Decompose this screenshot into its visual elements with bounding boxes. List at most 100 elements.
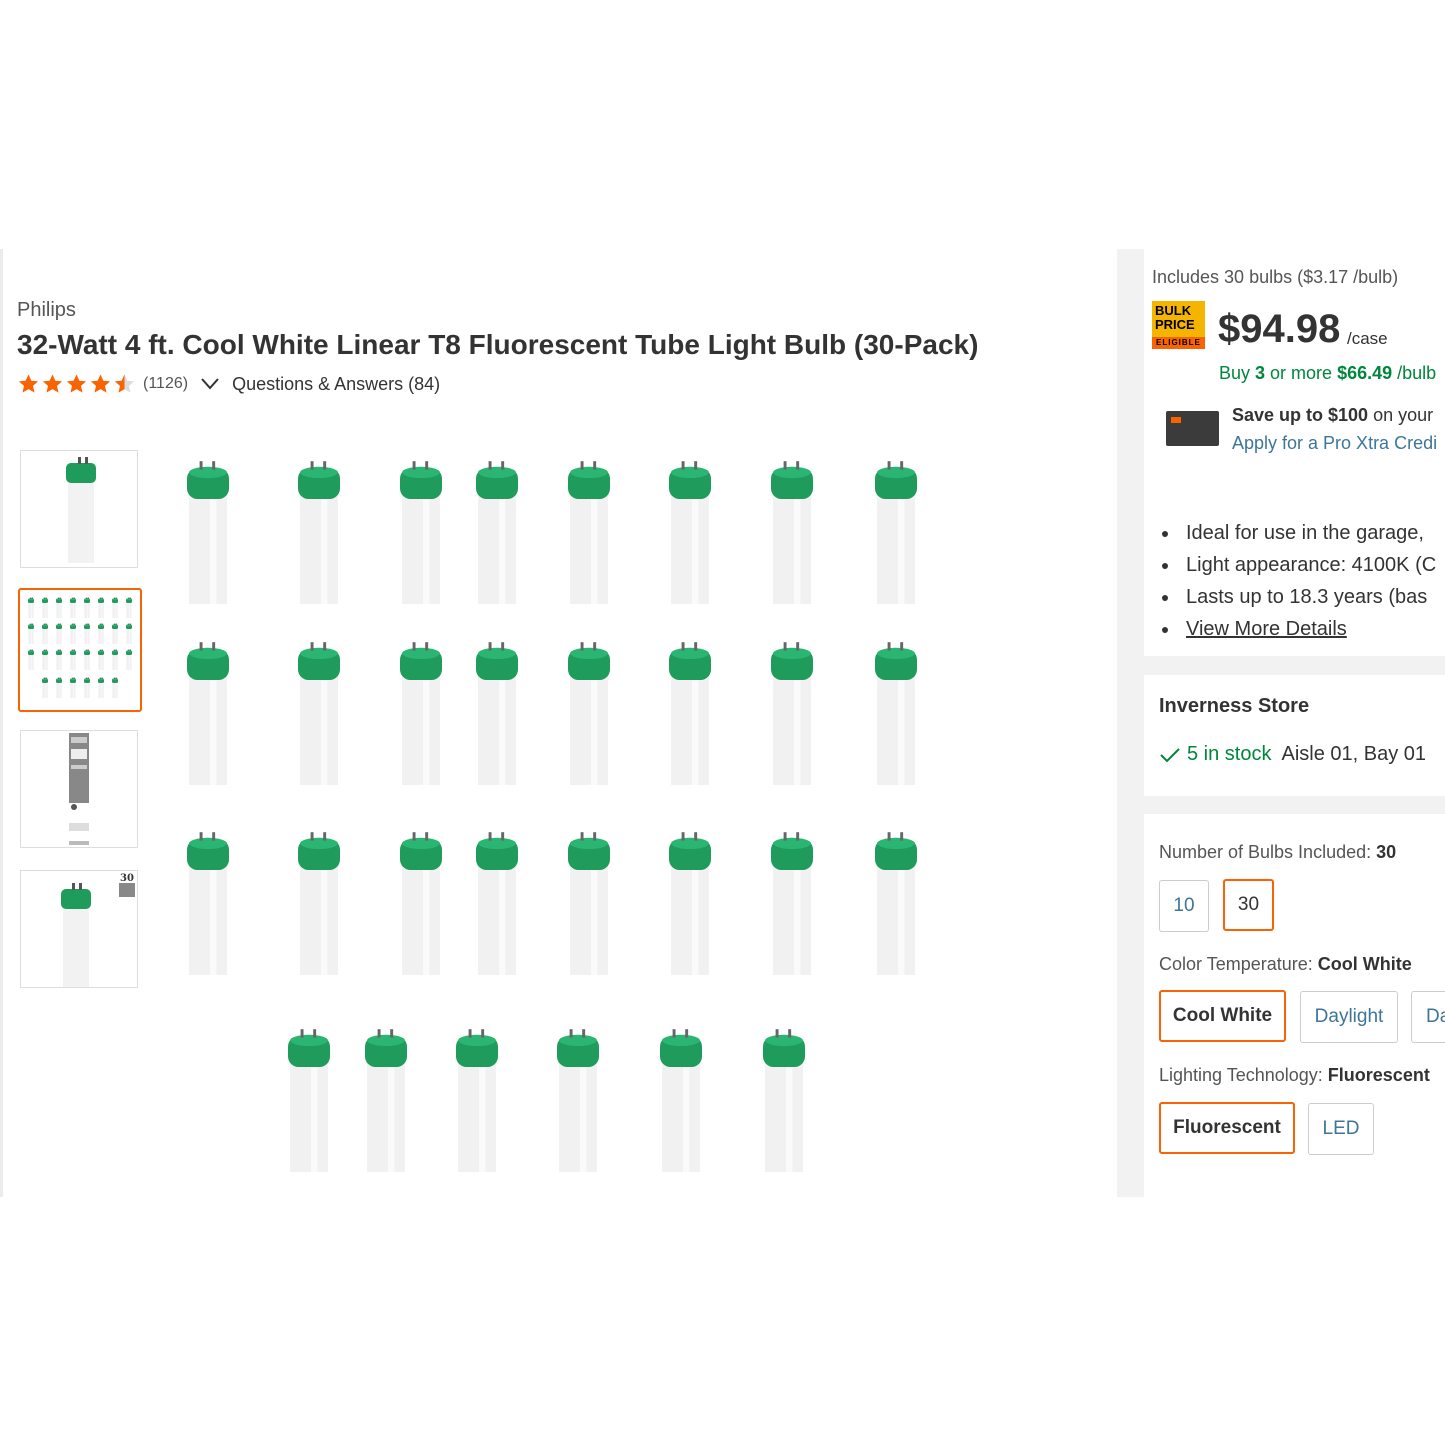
thumbnail-single-bulb[interactable] — [20, 450, 138, 568]
color-option-da[interactable]: Da — [1411, 991, 1445, 1043]
product-title: 32-Watt 4 ft. Cool White Linear T8 Fluor… — [17, 329, 979, 360]
bulbs-option-30[interactable]: 30 — [1223, 879, 1274, 931]
aisle-location: Aisle 01, Bay 01 — [1281, 743, 1427, 765]
bulb-badge-image: 30 — [61, 873, 135, 987]
tube-bulb — [875, 461, 917, 604]
tube-bulb — [187, 832, 229, 975]
tube-bulb — [42, 677, 48, 698]
tube-bulb — [126, 597, 132, 618]
tube-bulb — [126, 649, 132, 670]
bulbs-option-10[interactable]: 10 — [1159, 880, 1209, 932]
tube-bulb — [669, 642, 711, 785]
tube-bulb — [298, 642, 340, 785]
star-icon — [66, 374, 87, 393]
star-icon — [42, 374, 63, 393]
tube-bulb — [400, 832, 442, 975]
tube-bulb — [98, 597, 104, 618]
highlight-item: Ideal for use in the garage, — [1158, 517, 1436, 549]
highlight-item-link: View More Details — [1158, 613, 1436, 645]
tube-bulb — [112, 597, 118, 618]
highlight-item: Lasts up to 18.3 years (bas — [1158, 581, 1436, 613]
tube-bulb — [56, 597, 62, 618]
tube-bulb — [557, 1029, 599, 1172]
color-option-label: Color Temperature: Cool White — [1159, 954, 1412, 974]
buy-box-panel: Includes 30 bulbs ($3.17 /bulb) BULK PRI… — [1117, 249, 1445, 1197]
tube-bulb — [98, 623, 104, 644]
thumbnail-30-bulb-grid[interactable] — [18, 588, 142, 712]
tube-bulb — [456, 1029, 498, 1172]
price-unit: /case — [1347, 329, 1388, 348]
tube-bulb — [875, 832, 917, 975]
options-card: Number of Bulbs Included: 30 10 30 Color… — [1144, 814, 1445, 1197]
product-page: Philips 32-Watt 4 ft. Cool White Linear … — [0, 249, 1445, 1197]
tube-bulb — [288, 1029, 330, 1172]
tube-bulb — [771, 832, 813, 975]
tube-bulb — [70, 597, 76, 618]
star-rating[interactable] — [17, 373, 137, 395]
price-card: Includes 30 bulbs ($3.17 /bulb) BULK PRI… — [1144, 249, 1445, 505]
tube-bulb — [42, 597, 48, 618]
tube-bulb — [476, 832, 518, 975]
tube-bulb — [771, 642, 813, 785]
price: $94.98 — [1218, 307, 1341, 351]
checkmark-icon — [1160, 747, 1180, 762]
tube-bulb — [28, 623, 34, 644]
rating-row: (1126) Questions & Answers (84) — [17, 373, 440, 395]
tube-bulb — [56, 677, 62, 698]
highlight-item: Light appearance: 4100K (C — [1158, 549, 1436, 581]
bulb-grid-main-image — [187, 461, 917, 1172]
tube-bulb — [56, 623, 62, 644]
brand-name[interactable]: Philips — [17, 299, 76, 322]
stock-row: 5 in stock Aisle 01, Bay 01 — [1159, 743, 1426, 766]
tube-bulb — [669, 461, 711, 604]
tube-bulb — [112, 649, 118, 670]
highlights-list: Ideal for use in the garage, Light appea… — [1158, 517, 1436, 645]
tube-bulb — [42, 623, 48, 644]
store-name[interactable]: Inverness Store — [1159, 695, 1309, 718]
apply-credit-link[interactable]: Apply for a Pro Xtra Credi — [1232, 433, 1437, 454]
color-option-cool-white[interactable]: Cool White — [1159, 990, 1286, 1042]
tube-bulb — [112, 623, 118, 644]
highlights-card: Ideal for use in the garage, Light appea… — [1144, 499, 1445, 656]
tube-bulb — [42, 649, 48, 670]
tube-bulb — [568, 642, 610, 785]
main-product-image[interactable] — [160, 450, 960, 1180]
tube-bulb — [126, 623, 132, 644]
star-icon — [18, 374, 39, 393]
tube-bulb — [187, 461, 229, 604]
star-icon — [90, 374, 111, 393]
tube-bulb — [660, 1029, 702, 1172]
tube-bulb — [400, 461, 442, 604]
tube-bulb — [476, 461, 518, 604]
tube-bulb — [298, 461, 340, 604]
tube-bulb — [98, 649, 104, 670]
color-option-daylight[interactable]: Daylight — [1300, 991, 1398, 1043]
tube-bulb — [476, 642, 518, 785]
tube-bulb — [70, 623, 76, 644]
tube-bulb — [84, 597, 90, 618]
technology-option-led[interactable]: LED — [1308, 1103, 1374, 1155]
tube-bulb — [365, 1029, 407, 1172]
tube-bulb — [763, 1029, 805, 1172]
view-more-details-link[interactable]: View More Details — [1186, 618, 1347, 640]
tube-bulb — [112, 677, 118, 698]
store-card: Inverness Store 5 in stock Aisle 01, Bay… — [1144, 675, 1445, 796]
tube-bulb — [28, 649, 34, 670]
bulb-grid-image — [28, 597, 132, 698]
review-count[interactable]: (1126) — [143, 375, 188, 393]
tube-bulb — [298, 832, 340, 975]
thumbnail-bulb-with-badge[interactable]: 30 — [20, 870, 138, 988]
includes-text: Includes 30 bulbs ($3.17 /bulb) — [1152, 267, 1399, 287]
save-offer-text: Save up to $100 on your — [1232, 405, 1434, 425]
questions-answers-link[interactable]: Questions & Answers (84) — [232, 374, 440, 395]
tube-bulb — [98, 677, 104, 698]
bulb-image — [66, 457, 96, 563]
tube-bulb — [400, 642, 442, 785]
technology-option-fluorescent[interactable]: Fluorescent — [1159, 1102, 1295, 1154]
tube-bulb — [875, 642, 917, 785]
tube-bulb — [28, 597, 34, 618]
thumbnail-package-label[interactable] — [20, 730, 138, 848]
chevron-down-icon[interactable] — [200, 377, 220, 391]
tube-bulb — [56, 649, 62, 670]
tube-bulb — [84, 677, 90, 698]
